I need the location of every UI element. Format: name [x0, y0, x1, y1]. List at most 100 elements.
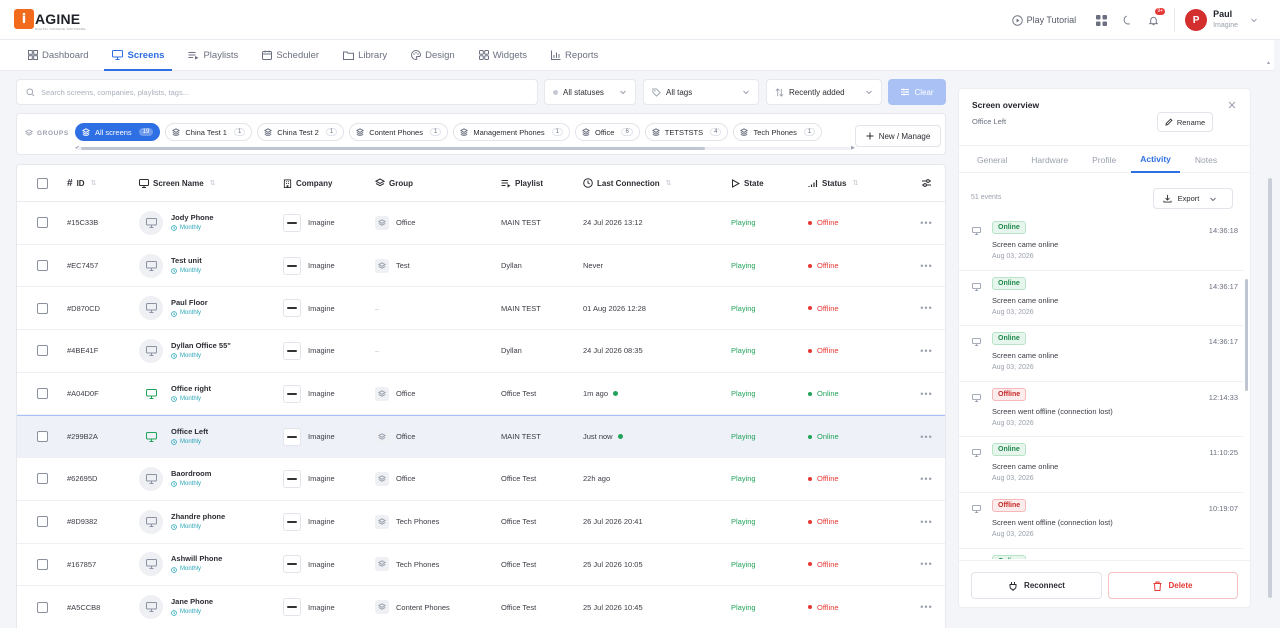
more-options-icon[interactable]: ••• — [920, 218, 932, 228]
nav-tab-design[interactable]: Design — [403, 40, 463, 70]
header-company[interactable]: Company — [283, 165, 375, 201]
row-checkbox[interactable] — [36, 516, 48, 528]
event-status-badge: Online — [992, 332, 1026, 346]
screen-name[interactable]: Office right — [171, 383, 211, 394]
header-state[interactable]: State — [731, 165, 808, 201]
nav-tab-reports[interactable]: Reports — [543, 40, 606, 70]
screen-name[interactable]: Jody Phone — [171, 212, 214, 223]
clear-filters-button[interactable]: Clear — [888, 79, 946, 105]
more-options-icon[interactable]: ••• — [920, 474, 932, 484]
more-options-icon[interactable]: ••• — [920, 432, 932, 442]
group-chip[interactable]: Content Phones 1 — [349, 123, 449, 141]
notifications-bell-icon[interactable]: 9+ — [1142, 8, 1166, 31]
screen-name[interactable]: Paul Floor — [171, 297, 208, 308]
new-manage-groups-button[interactable]: New / Manage — [855, 125, 941, 147]
table-row[interactable]: #8D9382 Zhandre phone Monthly Imagine Tech P… — [17, 501, 945, 544]
row-checkbox[interactable] — [36, 302, 48, 314]
screen-name[interactable]: Zhandre phone — [171, 511, 225, 522]
nav-tab-screens[interactable]: Screens — [104, 40, 173, 71]
group-chip[interactable]: All screens 19 — [75, 123, 161, 141]
export-button[interactable]: Export — [1153, 188, 1233, 209]
more-options-icon[interactable]: ••• — [920, 303, 932, 313]
more-options-icon[interactable]: ••• — [920, 602, 932, 612]
row-checkbox[interactable] — [36, 601, 48, 613]
header-id[interactable]: # ID ⇅ — [67, 165, 139, 201]
more-options-icon[interactable]: ••• — [920, 389, 932, 399]
user-menu[interactable]: Paul Imagine — [1213, 9, 1238, 31]
more-options-icon[interactable]: ••• — [920, 517, 932, 527]
header-group[interactable]: Group — [375, 165, 501, 201]
panel-tab-general[interactable]: General — [968, 146, 1016, 173]
header-last-connection[interactable]: Last Connection ⇅ — [583, 165, 731, 201]
table-row[interactable]: #299B2A Office Left Monthly Imagine Office MA… — [17, 415, 945, 459]
panel-tab-notes[interactable]: Notes — [1186, 146, 1226, 173]
sort-dropdown[interactable]: Recently added — [766, 79, 882, 105]
group-chip[interactable]: Office 6 — [574, 123, 640, 141]
rename-button[interactable]: Rename — [1157, 112, 1213, 132]
events-scrollbar[interactable] — [1245, 279, 1248, 391]
group-chip[interactable]: Management Phones 1 — [453, 123, 570, 141]
app-logo[interactable]: i AGINE DIGITAL SIGNAGE SOFTWARE — [14, 9, 85, 31]
header-status[interactable]: Status ⇅ — [808, 165, 908, 201]
page-scrollbar[interactable] — [1268, 178, 1272, 598]
header-screen-name[interactable]: Screen Name ⇅ — [139, 165, 283, 201]
group-scrollbar-thumb[interactable] — [81, 147, 705, 150]
last-connection: 25 Jul 2026 10:45 — [583, 602, 643, 612]
screen-name[interactable]: Jane Phone — [171, 596, 213, 607]
nav-tab-widgets[interactable]: Widgets — [471, 40, 535, 70]
table-row[interactable]: #4BE41F Dyllan Office 55" Monthly Imagine – D… — [17, 330, 945, 373]
nav-tab-dashboard[interactable]: Dashboard — [20, 40, 96, 70]
group-chip[interactable]: China Test 2 1 — [257, 123, 345, 141]
header-playlist[interactable]: Playlist — [501, 165, 583, 201]
panel-tab-profile[interactable]: Profile — [1083, 146, 1125, 173]
screen-name[interactable]: Baordroom — [171, 468, 211, 479]
screen-name[interactable]: Office Left — [171, 426, 208, 437]
select-all-checkbox[interactable] — [36, 177, 48, 189]
group-chip[interactable]: China Test 1 1 — [165, 123, 253, 141]
row-checkbox[interactable] — [36, 345, 48, 357]
row-checkbox[interactable] — [36, 473, 48, 485]
sort-icon: ⇅ — [209, 180, 216, 187]
nav-tab-library[interactable]: Library — [335, 40, 395, 70]
row-checkbox[interactable] — [36, 217, 48, 229]
more-options-icon[interactable]: ••• — [920, 559, 932, 569]
plus-icon — [866, 132, 874, 140]
group-chip[interactable]: TETSTSTS 4 — [644, 123, 729, 141]
row-checkbox[interactable] — [36, 260, 48, 272]
table-row[interactable]: #EC7457 Test unit Monthly Imagine Test Dyllan… — [17, 245, 945, 288]
row-checkbox[interactable] — [36, 431, 48, 443]
screen-name[interactable]: Test unit — [171, 255, 202, 266]
reconnect-button[interactable]: Reconnect — [971, 572, 1102, 599]
group-chip[interactable]: Tech Phones 1 — [733, 123, 823, 141]
table-row[interactable]: #A04D0F Office right Monthly Imagine Office O… — [17, 373, 945, 416]
table-row[interactable]: #D870CD Paul Floor Monthly Imagine – MAIN TES… — [17, 287, 945, 331]
nav-tab-scheduler[interactable]: Scheduler — [254, 40, 327, 70]
page-scroll-up-arrow[interactable]: ▲ — [1266, 60, 1271, 66]
search-input[interactable] — [41, 87, 521, 97]
scroll-right-arrow[interactable]: ▶ — [851, 145, 855, 151]
status-filter-dropdown[interactable]: All statuses — [544, 79, 636, 105]
more-options-icon[interactable]: ••• — [920, 261, 932, 271]
chevron-down-icon[interactable] — [1250, 16, 1258, 24]
panel-tab-hardware[interactable]: Hardware — [1022, 146, 1077, 173]
table-row[interactable]: #15C33B Jody Phone Monthly Imagine Office MAI… — [17, 202, 945, 245]
user-avatar[interactable]: P — [1185, 9, 1208, 31]
panel-tab-activity[interactable]: Activity — [1131, 146, 1180, 173]
screen-name[interactable]: Dyllan Office 55" — [171, 340, 231, 351]
more-options-icon[interactable]: ••• — [920, 346, 932, 356]
dark-mode-moon-icon[interactable] — [1116, 9, 1138, 31]
nav-tab-playlists[interactable]: Playlists — [180, 40, 246, 70]
apps-grid-icon[interactable] — [1090, 9, 1112, 31]
table-row[interactable]: #167857 Ashwill Phone Monthly Imagine Tech P… — [17, 544, 945, 587]
row-checkbox[interactable] — [36, 558, 48, 570]
table-row[interactable]: #A5CCB8 Jane Phone Monthly Imagine Content P… — [17, 586, 945, 628]
close-icon[interactable] — [1228, 101, 1236, 109]
play-tutorial-button[interactable]: Play Tutorial — [1011, 14, 1076, 26]
table-row[interactable]: #62695D Baordroom Monthly Imagine Office Offi… — [17, 458, 945, 501]
delete-button[interactable]: Delete — [1108, 572, 1238, 599]
screen-name[interactable]: Ashwill Phone — [171, 553, 222, 564]
row-checkbox[interactable] — [36, 388, 48, 400]
search-bar[interactable] — [16, 79, 538, 105]
column-settings-icon[interactable] — [908, 165, 945, 201]
tags-filter-dropdown[interactable]: All tags — [643, 79, 759, 105]
